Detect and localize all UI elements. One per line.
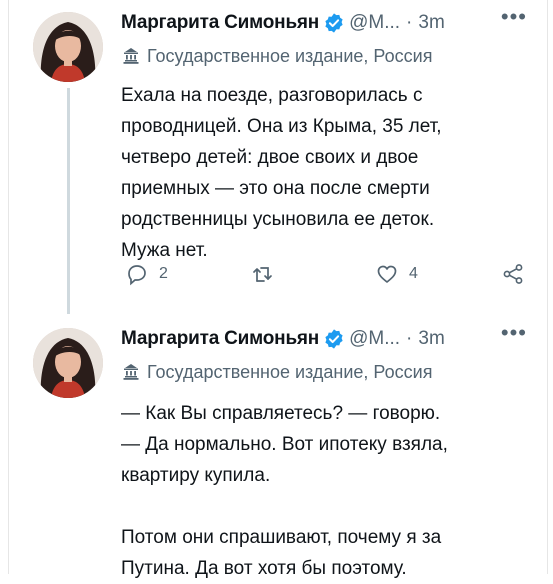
author-name[interactable]: Маргарита Симоньян [121, 328, 319, 350]
tweet[interactable]: Маргарита Симоньян @M... · 3m ••• Госуда… [9, 312, 547, 579]
avatar[interactable] [33, 12, 103, 82]
tweet[interactable]: Маргарита Симоньян @M... · 3m ••• Госуда… [9, 0, 547, 314]
author-handle[interactable]: @M... [349, 12, 400, 34]
avatar[interactable] [33, 328, 103, 398]
separator-dot: · [406, 12, 413, 33]
tweet-header: Маргарита Симоньян @M... · 3m ••• [121, 4, 533, 36]
state-media-label-text: Государственное издание, Россия [147, 361, 433, 382]
separator-dot: · [406, 328, 413, 349]
retweet-button[interactable] [251, 262, 285, 286]
share-button[interactable] [501, 262, 525, 286]
reply-icon [128, 265, 146, 286]
state-media-label[interactable]: Государственное издание, Россия [121, 44, 432, 68]
reply-count: 2 [159, 265, 168, 282]
author-name[interactable]: Маргарита Симоньян [121, 12, 319, 34]
share-icon [503, 264, 523, 284]
more-icon[interactable]: ••• [501, 4, 527, 30]
heart-icon [377, 265, 397, 283]
retweet-icon [253, 267, 272, 282]
more-icon[interactable]: ••• [501, 320, 527, 346]
verified-badge-icon [325, 13, 343, 33]
tweet-text: — Как Вы справляетесь? — говорю. — Да но… [121, 403, 448, 579]
verified-badge-icon [325, 329, 343, 349]
tweet-header: Маргарита Симоньян @M... · 3m ••• [121, 320, 533, 352]
thread-line [67, 88, 70, 314]
like-count: 4 [409, 265, 418, 282]
author-handle[interactable]: @M... [349, 328, 400, 350]
government-building-icon [123, 48, 139, 64]
tweet-text: Ехала на поезде, разговорилась с проводн… [121, 85, 442, 261]
reply-button[interactable]: 2 [125, 262, 168, 286]
government-building-icon [123, 364, 139, 380]
tweet-actions: 2 4 [121, 262, 533, 292]
tweet-time[interactable]: 3m [418, 328, 444, 350]
tweet-thread: Маргарита Симоньян @M... · 3m ••• Госуда… [8, 0, 548, 579]
like-button[interactable]: 4 [375, 262, 418, 286]
state-media-label[interactable]: Государственное издание, Россия [121, 360, 432, 384]
tweet-time[interactable]: 3m [418, 12, 444, 34]
state-media-label-text: Государственное издание, Россия [147, 45, 433, 66]
